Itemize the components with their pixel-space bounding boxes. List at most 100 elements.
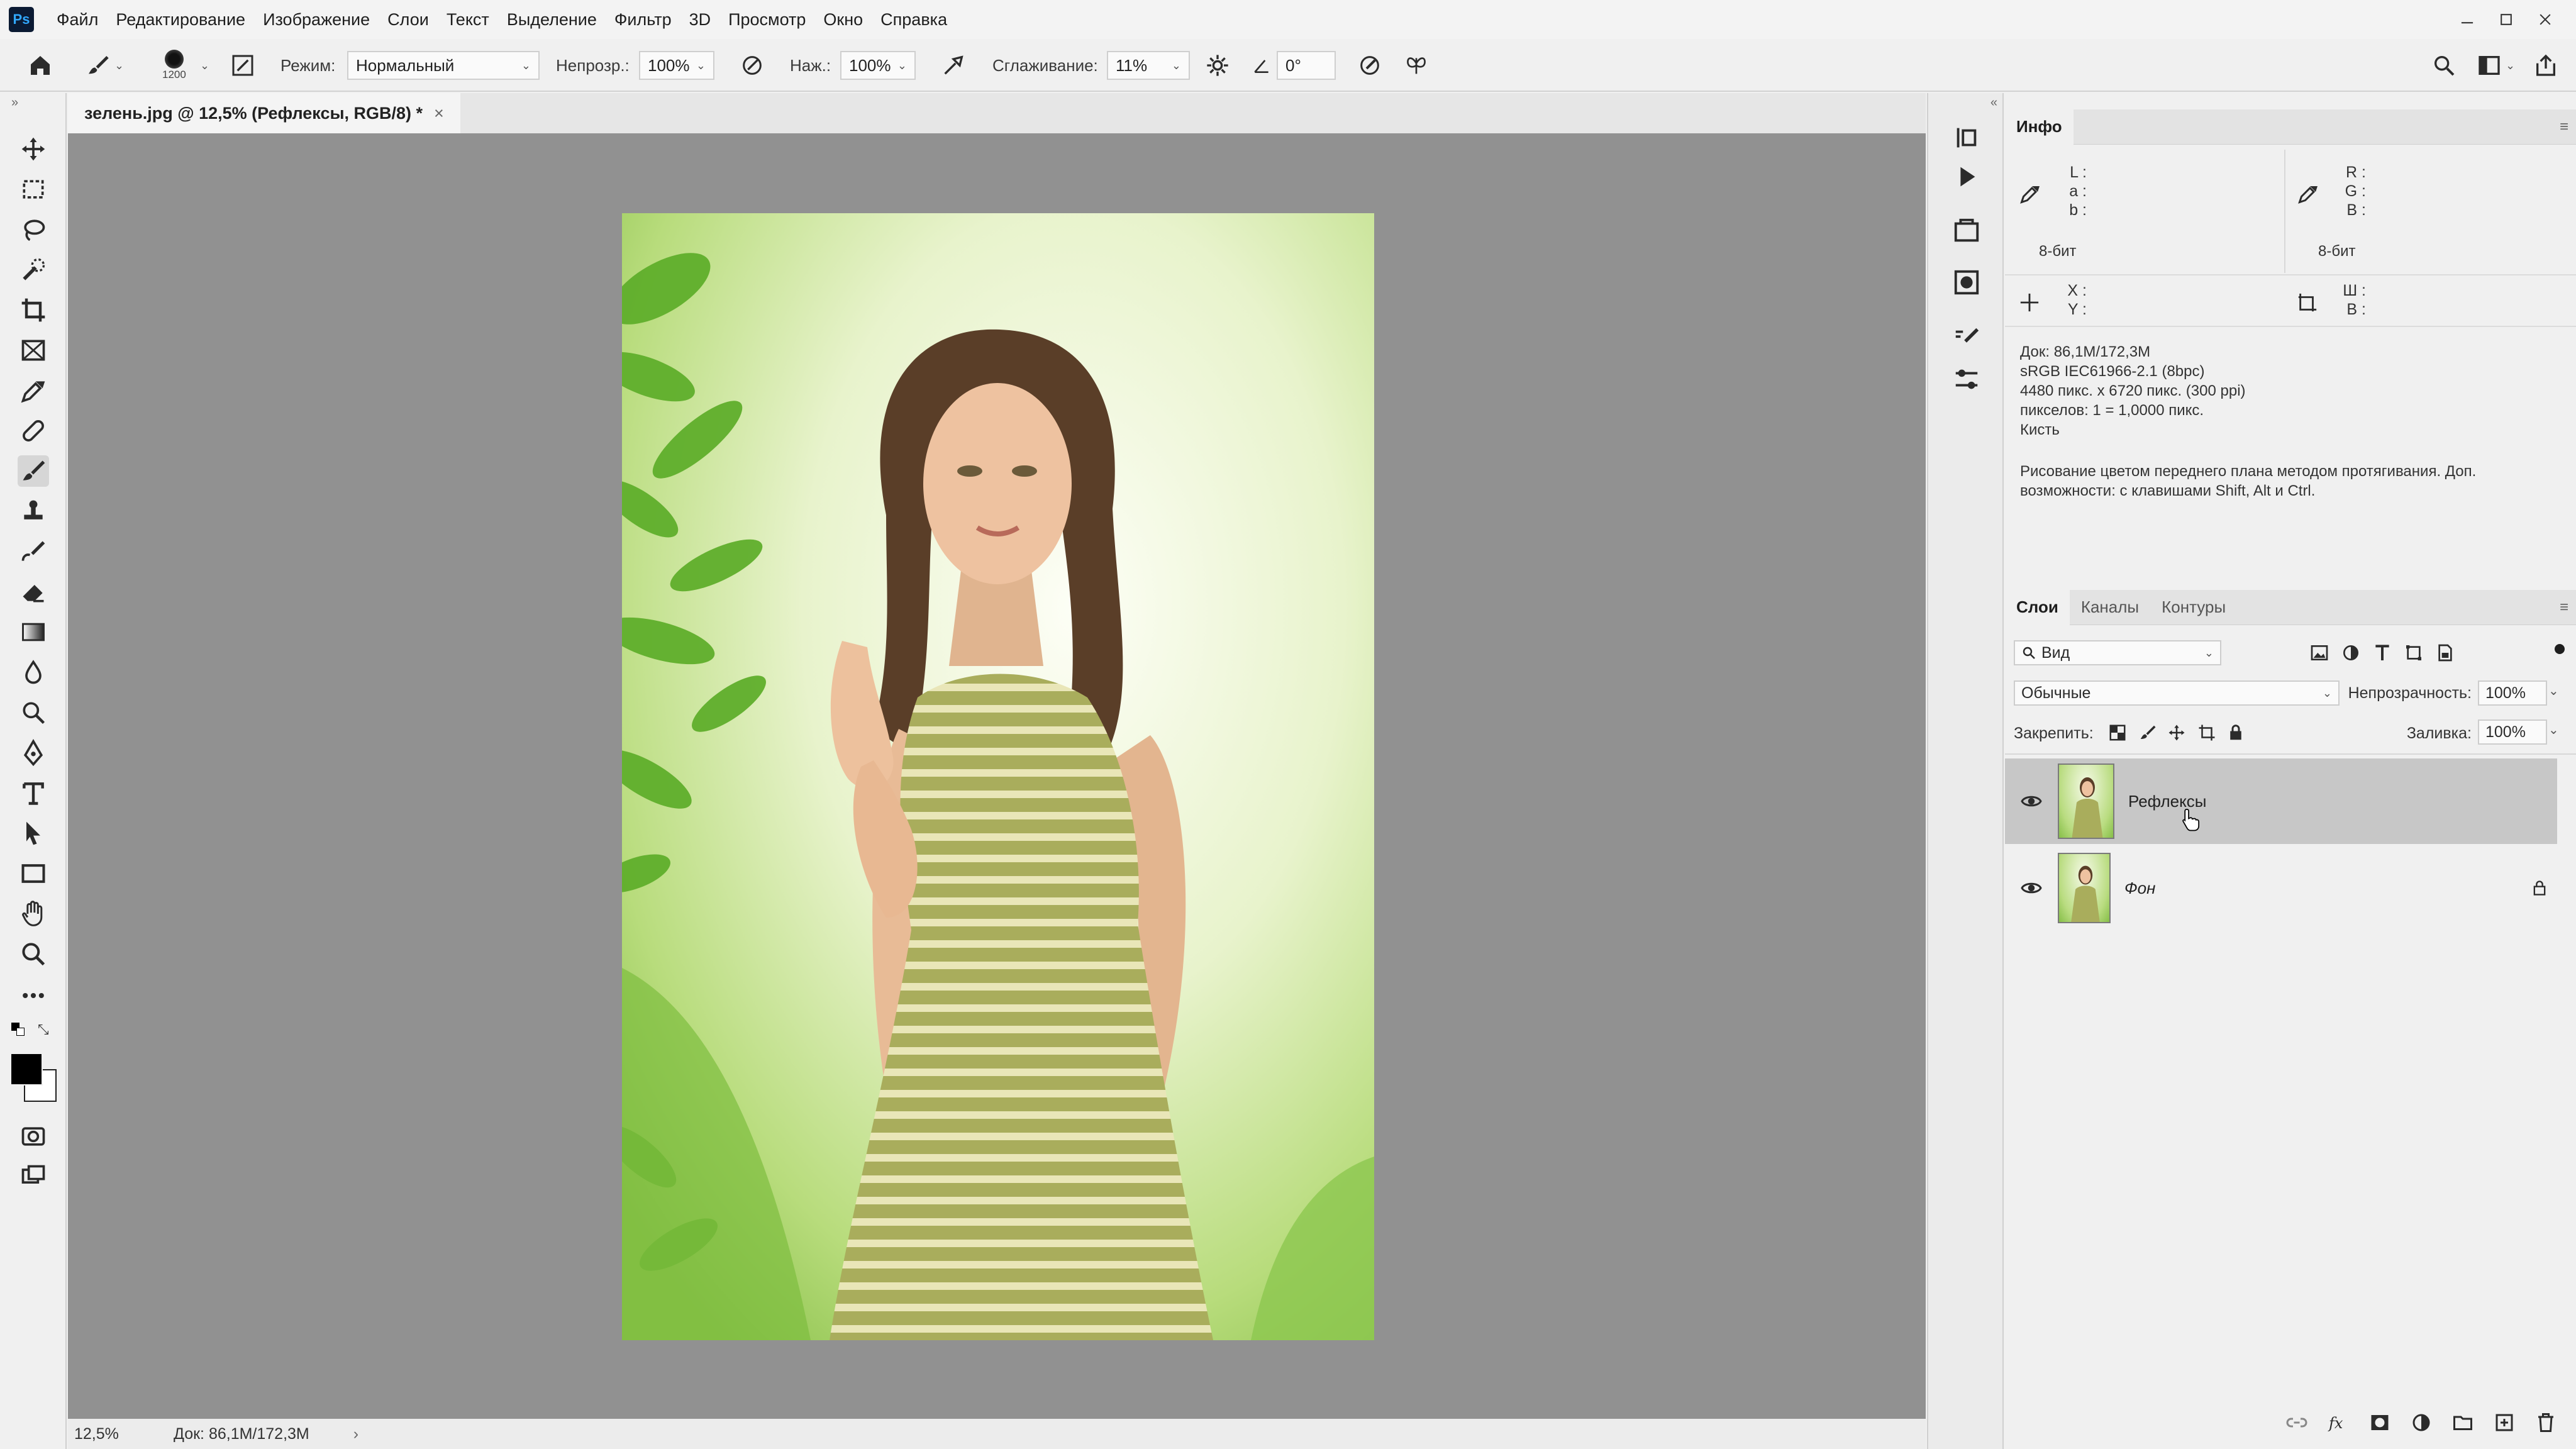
filter-type-icon[interactable] (2372, 643, 2392, 663)
menu-window[interactable]: Окно (814, 0, 872, 39)
new-group-folder-icon[interactable] (2451, 1411, 2474, 1434)
search-button[interactable] (2431, 39, 2457, 92)
document-image[interactable] (622, 213, 1374, 1340)
actions-play-icon[interactable] (1952, 162, 1981, 191)
lock-position-icon[interactable] (2167, 723, 2186, 742)
minimize-button[interactable] (2448, 0, 2487, 39)
tab-paths[interactable]: Контуры (2150, 590, 2237, 625)
lock-transparent-icon[interactable] (2108, 723, 2127, 742)
opacity-input[interactable]: 100% ⌄ (639, 51, 714, 80)
zoom-tool[interactable] (18, 938, 49, 970)
layer-style-fx-icon[interactable]: fx (2327, 1411, 2350, 1434)
close-tab-icon[interactable]: × (434, 104, 444, 123)
tab-layers[interactable]: Слои (2005, 589, 2070, 625)
smoothing-options-button[interactable] (1205, 39, 1230, 92)
pen-tool[interactable] (18, 737, 49, 769)
lasso-tool[interactable] (18, 214, 49, 245)
brush-tool[interactable] (18, 455, 49, 487)
history-panel-icon[interactable] (1952, 123, 1981, 152)
lock-pixels-icon[interactable] (2138, 723, 2157, 742)
filter-toggle-icon[interactable] (2555, 644, 2565, 654)
quick-selection-tool[interactable] (18, 254, 49, 286)
adjustments-panel-icon[interactable] (1952, 268, 1981, 297)
menu-type[interactable]: Текст (438, 0, 498, 39)
document-tab[interactable]: зелень.jpg @ 12,5% (Рефлексы, RGB/8) * × (68, 93, 460, 133)
tab-channels[interactable]: Каналы (2070, 590, 2150, 625)
menu-file[interactable]: Файл (48, 0, 107, 39)
foreground-color-swatch[interactable] (10, 1053, 43, 1085)
lock-artboard-icon[interactable] (2197, 723, 2216, 742)
home-button[interactable] (28, 39, 53, 92)
add-mask-icon[interactable] (2368, 1411, 2391, 1434)
trash-icon[interactable] (2534, 1411, 2557, 1434)
layer-filter-select[interactable]: Вид ⌄ (2014, 640, 2221, 665)
eye-icon[interactable] (2020, 877, 2043, 899)
symmetry-button[interactable] (1404, 39, 1429, 92)
fill-input[interactable]: 100% (2478, 719, 2547, 745)
workspace-button[interactable]: ⌄ (2477, 39, 2515, 92)
chevron-down-icon[interactable]: ⌄ (2548, 683, 2559, 699)
menu-image[interactable]: Изображение (254, 0, 379, 39)
menu-layers[interactable]: Слои (379, 0, 438, 39)
maximize-button[interactable] (2487, 0, 2526, 39)
lock-all-icon[interactable] (2226, 723, 2245, 742)
layers-panel-menu-icon[interactable]: ≡ (2560, 599, 2568, 616)
swap-colors-icon[interactable]: ⤡ (38, 1021, 49, 1038)
angle-input[interactable]: 0° (1277, 51, 1336, 80)
brush-settings-panel-icon[interactable] (1952, 325, 1981, 353)
dodge-tool[interactable] (18, 697, 49, 728)
layer-row[interactable]: Рефлексы (2005, 758, 2557, 844)
clone-stamp-tool[interactable] (18, 496, 49, 527)
hand-tool[interactable] (18, 898, 49, 930)
smoothing-input[interactable]: 11% ⌄ (1107, 51, 1190, 80)
move-tool[interactable] (18, 133, 49, 165)
path-selection-tool[interactable] (18, 818, 49, 849)
canvas-area[interactable] (68, 133, 1926, 1419)
crop-tool[interactable] (18, 294, 49, 326)
brush-size-caret[interactable]: ⌄ (200, 59, 209, 72)
eyedropper-tool[interactable] (18, 375, 49, 406)
menu-filter[interactable]: Фильтр (606, 0, 680, 39)
filter-shape-icon[interactable] (2404, 643, 2424, 663)
more-tools-button[interactable] (18, 980, 49, 1011)
eraser-tool[interactable] (18, 576, 49, 608)
rectangle-tool[interactable] (18, 858, 49, 889)
layer-blend-mode-select[interactable]: Обычные ⌄ (2014, 680, 2340, 706)
filter-smart-object-icon[interactable] (2435, 643, 2455, 663)
gradient-tool[interactable] (18, 616, 49, 648)
menu-edit[interactable]: Редактирование (107, 0, 254, 39)
link-layers-icon[interactable] (2285, 1411, 2308, 1434)
flow-input[interactable]: 100% ⌄ (840, 51, 916, 80)
frame-tool[interactable] (18, 335, 49, 366)
share-button[interactable] (2533, 39, 2558, 92)
close-window-button[interactable] (2526, 0, 2565, 39)
brush-settings-button[interactable] (230, 39, 255, 92)
healing-brush-tool[interactable] (18, 415, 49, 447)
zoom-level[interactable]: 12,5% (74, 1425, 162, 1443)
menu-select[interactable]: Выделение (498, 0, 606, 39)
collapse-panel-icon[interactable]: « (1990, 96, 1997, 110)
eye-icon[interactable] (2020, 790, 2043, 813)
type-tool[interactable] (18, 777, 49, 809)
new-layer-icon[interactable] (2493, 1411, 2516, 1434)
menu-3d[interactable]: 3D (680, 0, 720, 39)
filter-adjustment-icon[interactable] (2341, 643, 2361, 663)
libraries-panel-icon[interactable] (1952, 216, 1981, 245)
tab-info[interactable]: Инфо (2005, 109, 2074, 145)
menu-help[interactable]: Справка (872, 0, 956, 39)
airbrush-button[interactable] (941, 39, 966, 92)
pressure-size-button[interactable] (1357, 39, 1382, 92)
blur-tool[interactable] (18, 657, 49, 688)
default-colors-icon[interactable] (11, 1023, 26, 1038)
new-adjustment-layer-icon[interactable] (2410, 1411, 2433, 1434)
quick-mask-button[interactable] (18, 1121, 49, 1152)
chevron-down-icon[interactable]: ⌄ (2548, 722, 2559, 738)
properties-panel-icon[interactable] (1952, 365, 1981, 394)
filter-pixel-icon[interactable] (2309, 643, 2329, 663)
blend-mode-select[interactable]: Нормальный ⌄ (347, 51, 540, 80)
brush-size-picker[interactable]: 1200 (162, 39, 186, 92)
pressure-opacity-button[interactable] (740, 39, 765, 92)
history-brush-tool[interactable] (18, 536, 49, 567)
layer-opacity-input[interactable]: 100% (2478, 680, 2547, 706)
screen-mode-button[interactable] (18, 1161, 49, 1192)
